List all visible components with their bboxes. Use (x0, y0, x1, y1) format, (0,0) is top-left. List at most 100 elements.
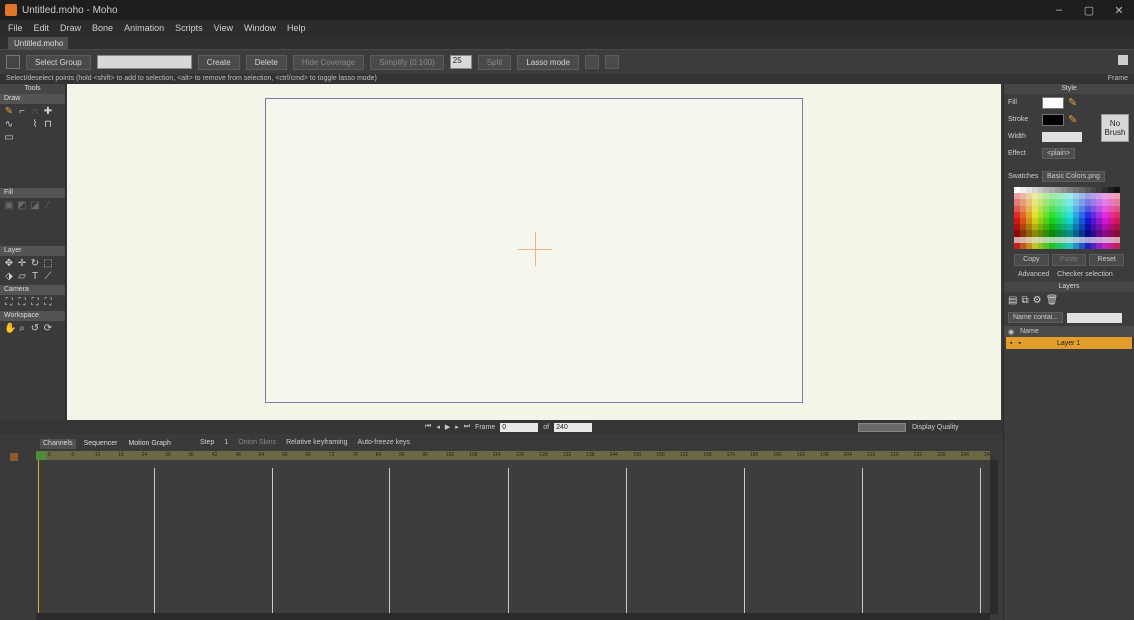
maximize-button[interactable]: ▢ (1074, 0, 1104, 20)
eyedropper-tool-icon[interactable]: ⁄ (43, 201, 53, 211)
shape-tool-icon[interactable]: ▭ (4, 133, 14, 143)
menu-animation[interactable]: Animation (124, 23, 164, 33)
menu-help[interactable]: Help (287, 23, 306, 33)
transform-points-tool-icon[interactable]: ⌐ (17, 107, 27, 117)
fill-pencil-icon[interactable]: ✎ (1068, 96, 1077, 109)
simplify-button[interactable]: Simplify (0.100) (370, 54, 444, 70)
play-icon[interactable]: ▶ (445, 423, 450, 431)
step-value[interactable]: 1 (224, 439, 228, 446)
scale-layer-icon[interactable]: ⬚ (43, 259, 53, 269)
end-frame-input[interactable]: 240 (554, 422, 593, 432)
color-palette[interactable] (1014, 187, 1120, 249)
reset-button[interactable]: Reset (1089, 254, 1125, 266)
layer-settings-icon[interactable]: ⚙ (1033, 295, 1042, 306)
split-button[interactable]: Split (477, 54, 512, 70)
step-back-icon[interactable]: ◂ (436, 423, 440, 431)
palette-dropdown[interactable]: Basic Colors.png (1042, 171, 1105, 182)
pen-tool-icon[interactable]: ⟋ (43, 272, 53, 282)
tab-channels[interactable]: Channels (40, 439, 76, 449)
current-frame-input[interactable]: 0 (500, 422, 539, 432)
workspace-canvas[interactable] (67, 84, 1001, 420)
zoom-slider[interactable] (858, 422, 906, 432)
menu-file[interactable]: File (8, 23, 23, 33)
advanced-checkbox[interactable]: Advanced (1018, 271, 1049, 278)
delete-layer-icon[interactable]: 🗑 (1046, 295, 1059, 306)
option-toggle-1[interactable] (584, 55, 599, 69)
rewind-icon[interactable]: ⏮ (425, 423, 431, 431)
paint-bucket-tool-icon[interactable]: ◪ (30, 201, 40, 211)
no-brush-button[interactable]: No Brush (1101, 114, 1129, 142)
auto-freeze-keys-checkbox[interactable]: Auto-freeze keys (358, 439, 411, 446)
group-name-input[interactable] (96, 55, 192, 69)
add-point-tool-icon[interactable]: ✚ (43, 107, 53, 117)
stroke-pencil-icon[interactable]: ✎ (1068, 113, 1077, 126)
ruler-tick-label: 228 (937, 452, 946, 458)
hide-coverage-button[interactable]: Hide Coverage (292, 54, 365, 70)
layer-filter-dropdown[interactable]: Name contai... (1008, 312, 1064, 323)
timeline-horizontal-scrollbar[interactable] (36, 613, 990, 620)
palette-swatch[interactable] (1114, 242, 1120, 249)
layer-visibility-icon[interactable]: ▪ (1010, 340, 1012, 347)
menu-window[interactable]: Window (244, 23, 276, 33)
text-tool-icon[interactable]: T (30, 272, 40, 282)
create-shape-tool-icon[interactable]: ◩ (17, 201, 27, 211)
checker-selection-checkbox[interactable]: Checker selection (1057, 271, 1113, 278)
close-button[interactable]: ✕ (1104, 0, 1134, 20)
menu-view[interactable]: View (214, 23, 233, 33)
select-points-tool-icon[interactable]: ✎ (4, 107, 14, 117)
flip-layer-icon[interactable]: ⬗ (4, 272, 14, 282)
width-input[interactable] (1042, 131, 1082, 142)
display-quality-dropdown[interactable]: Display Quality (912, 424, 959, 431)
menu-bone[interactable]: Bone (92, 23, 113, 33)
timeline-vertical-scrollbar[interactable] (990, 460, 998, 614)
pan-tilt-camera-icon[interactable]: ⛶ (43, 298, 53, 308)
document-tabs: Untitled.moho (0, 36, 1134, 50)
menu-scripts[interactable]: Scripts (175, 23, 203, 33)
layer-filter-input[interactable] (1067, 312, 1123, 323)
spin-value-field[interactable]: 25 (449, 55, 472, 69)
curvature-tool-icon[interactable]: ∩ (30, 107, 40, 117)
menu-draw[interactable]: Draw (60, 23, 81, 33)
layer-row[interactable]: ▪ ▪ Layer 1 (1006, 337, 1132, 349)
paste-button[interactable]: Paste (1051, 254, 1087, 266)
shear-layer-icon[interactable]: ▱ (17, 272, 27, 282)
duplicate-layer-icon[interactable]: ⧉ (1021, 295, 1028, 306)
copy-button[interactable]: Copy (1014, 254, 1049, 266)
onion-skins-dropdown[interactable]: Onion Skins (238, 439, 276, 446)
playhead[interactable] (38, 460, 39, 614)
lasso-mode-toggle[interactable]: Lasso mode (517, 54, 579, 70)
blend-morphs-tool-icon[interactable]: ⊓ (43, 120, 53, 130)
rotate-layer-icon[interactable]: ↻ (30, 259, 40, 269)
document-tab[interactable]: Untitled.moho (8, 37, 68, 50)
timeline-tracks[interactable] (36, 460, 990, 614)
fast-forward-icon[interactable]: ⏭ (464, 423, 470, 431)
track-camera-icon[interactable]: ⛶ (4, 298, 14, 308)
minimize-button[interactable]: – (1044, 0, 1074, 20)
fill-color-swatch[interactable] (1042, 96, 1064, 109)
set-origin-icon[interactable]: ✛ (17, 259, 27, 269)
menu-edit[interactable]: Edit (34, 23, 50, 33)
option-toggle-2[interactable] (604, 55, 619, 69)
relative-keyframing-button[interactable]: Relative keyframing (286, 439, 347, 446)
stroke-color-swatch[interactable] (1042, 113, 1064, 126)
tab-sequencer[interactable]: Sequencer (81, 439, 121, 449)
translate-layer-icon[interactable]: ✥ (4, 259, 14, 269)
ruler-tick-label: 168 (703, 452, 712, 458)
freehand-tool-icon[interactable]: ∿ (4, 120, 14, 130)
pan-hand-icon[interactable]: ✋ (4, 324, 16, 334)
orbit-workspace-icon[interactable]: ⟳ (43, 324, 53, 334)
tab-motion-graph[interactable]: Motion Graph (125, 439, 173, 449)
rotate-workspace-icon[interactable]: ↺ (30, 324, 40, 334)
step-forward-icon[interactable]: ▸ (455, 423, 459, 431)
zoom-camera-icon[interactable]: ⛶ (17, 298, 27, 308)
delete-button[interactable]: Delete (245, 54, 287, 70)
roll-camera-icon[interactable]: ⛶ (30, 298, 40, 308)
zoom-magnifier-icon[interactable]: ⌕ (17, 324, 27, 334)
timeline-ruler[interactable]: 0 6 12 18 24 30 36 42 48 54 60 66 72 78 84 90 96 102 108 11… (36, 451, 990, 460)
new-layer-icon[interactable]: ▤ (1008, 295, 1017, 306)
effect-dropdown[interactable]: <plain> (1042, 148, 1075, 159)
select-shape-tool-icon[interactable]: ▣ (4, 201, 14, 211)
create-button[interactable]: Create (197, 54, 240, 70)
select-group-dropdown[interactable]: Select Group (26, 54, 91, 70)
scatter-brush-tool-icon[interactable]: ⌇ (30, 120, 40, 130)
